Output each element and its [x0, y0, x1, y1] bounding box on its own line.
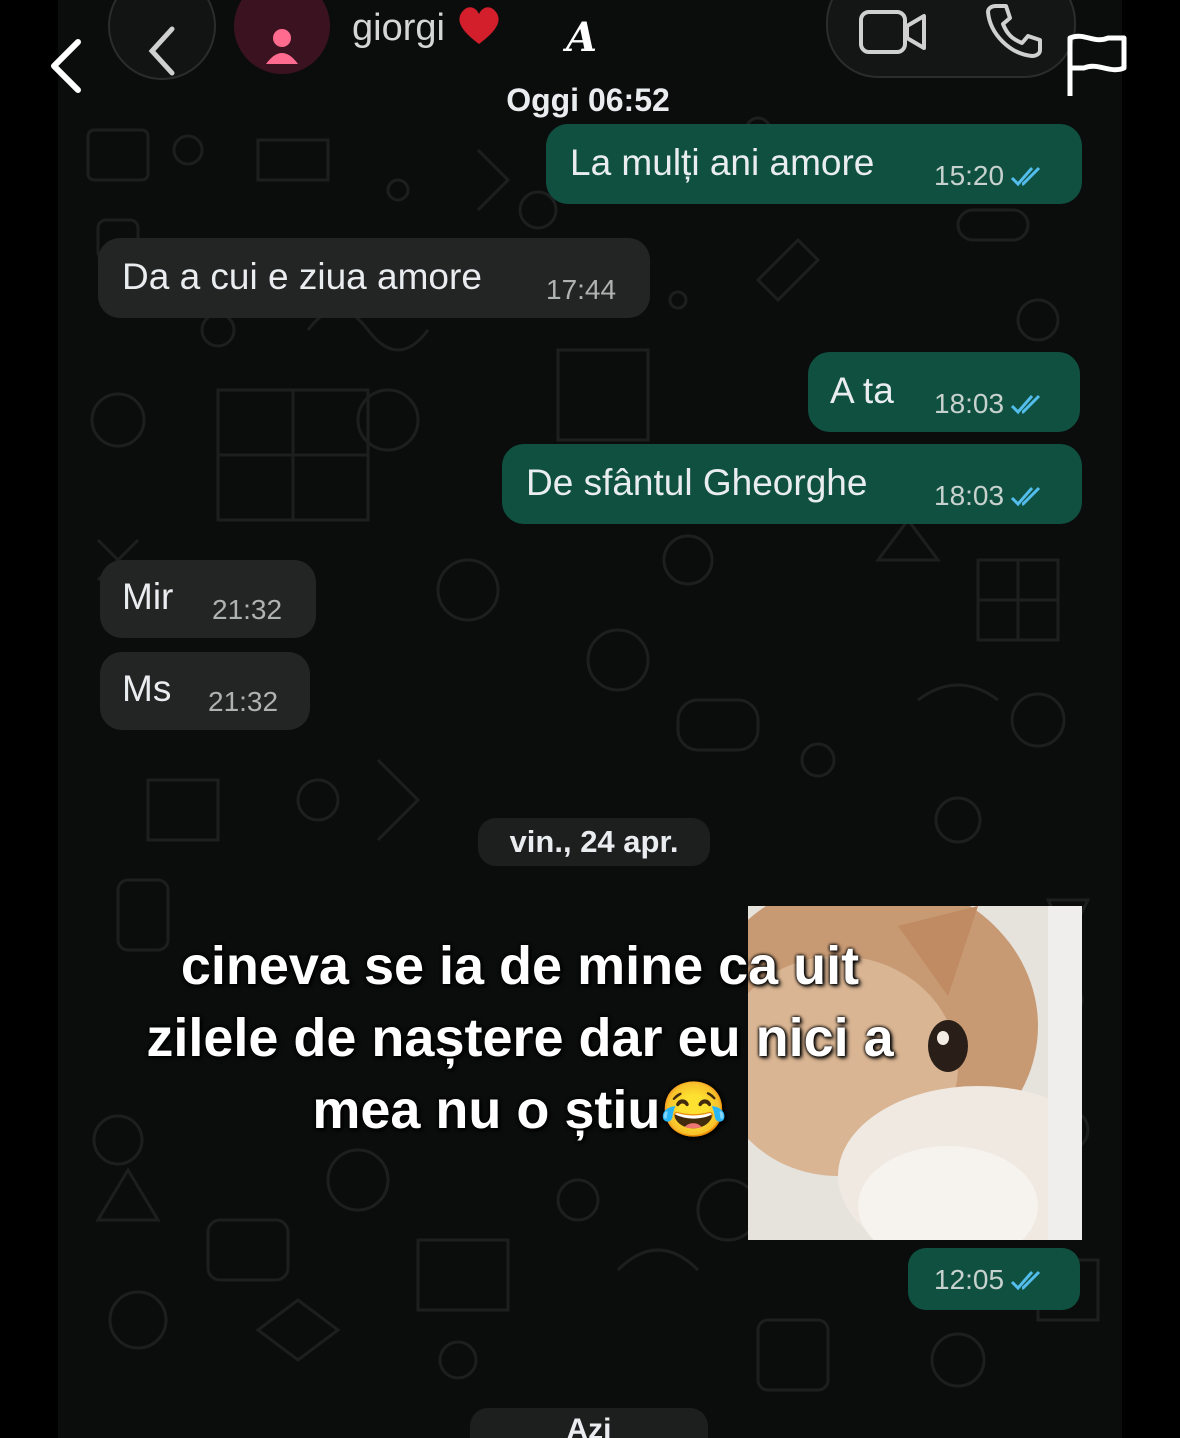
- caption-line-1: cineva se ia de mine ca uit: [180, 936, 860, 996]
- message-time: 12:05: [934, 1264, 1005, 1295]
- read-ticks-icon: [1011, 1270, 1041, 1291]
- message-bubble-incoming[interactable]: Ms 21:32: [100, 652, 310, 730]
- message-bubble-outgoing[interactable]: De sfântul Gheorghe 18:03: [502, 444, 1082, 524]
- heart-icon: [458, 7, 499, 45]
- message-time: 18:03: [934, 480, 1005, 511]
- message-time: 17:44: [546, 274, 617, 305]
- message-bubble-outgoing[interactable]: A ta 18:03: [808, 352, 1080, 432]
- laughing-emoji-icon: 😂: [660, 1080, 728, 1140]
- caption-line-2: zilele de naștere dar eu nici a: [146, 1008, 894, 1068]
- contact-name[interactable]: giorgi: [352, 4, 502, 50]
- flag-icon[interactable]: [1064, 32, 1128, 98]
- chat-time-label: Oggi 06:52: [506, 82, 670, 118]
- caption-line-3: mea nu o știu: [312, 1080, 661, 1140]
- message-text: Ms: [122, 668, 172, 709]
- message-text: A ta: [830, 370, 894, 411]
- message-bubble-outgoing[interactable]: La mulți ani amore 15:20: [546, 124, 1082, 204]
- person-icon: [266, 29, 298, 64]
- read-ticks-icon: [1011, 394, 1041, 415]
- video-call-icon[interactable]: [858, 8, 928, 56]
- chevron-left-icon: [148, 26, 175, 76]
- message-time: 18:03: [934, 388, 1005, 419]
- message-bubble-incoming[interactable]: Da a cui e ziua amore 17:44: [98, 238, 650, 318]
- message-time: 15:20: [934, 160, 1005, 191]
- read-ticks-icon: [1011, 166, 1041, 187]
- call-actions: [826, 0, 1076, 78]
- message-bubble-incoming[interactable]: Mir 21:32: [100, 560, 316, 638]
- read-ticks-icon: [1011, 486, 1041, 507]
- back-arrow-icon[interactable]: [46, 38, 86, 94]
- today-separator: Azi: [470, 1408, 708, 1438]
- message-time: 21:32: [208, 686, 279, 717]
- message-text: Mir: [122, 576, 174, 617]
- script-letter: A: [566, 14, 598, 61]
- message-text: Da a cui e ziua amore: [122, 256, 482, 297]
- overlay-caption: cineva se ia de mine ca uit zilele de na…: [120, 930, 920, 1146]
- message-text: De sfântul Gheorghe: [526, 462, 868, 503]
- message-time: 21:32: [212, 594, 283, 625]
- sticker-time-bubble[interactable]: 12:05: [908, 1248, 1080, 1310]
- date-separator: vin., 24 apr.: [478, 818, 710, 866]
- phone-icon[interactable]: [986, 2, 1042, 58]
- message-text: La mulți ani amore: [570, 142, 875, 183]
